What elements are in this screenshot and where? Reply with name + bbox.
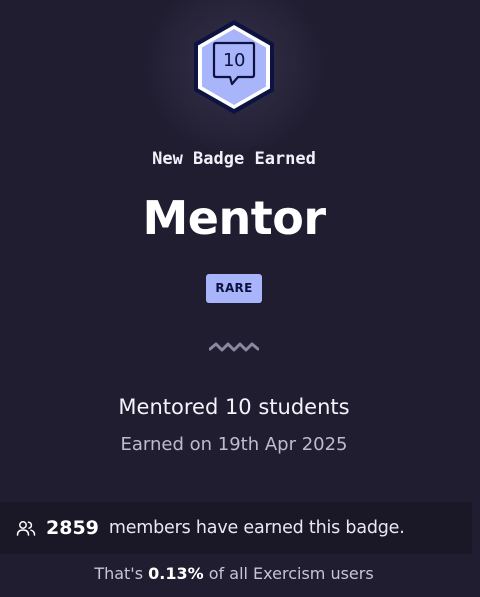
badge-modal: 10 New Badge Earned Mentor RARE Mentored…: [0, 0, 480, 597]
percentage-prefix: That's: [94, 564, 144, 583]
earned-date: Earned on 19th Apr 2025: [120, 434, 348, 455]
badge-earned-kicker: New Badge Earned: [152, 149, 316, 169]
badge-hexagon: 10: [190, 18, 278, 116]
percentage-suffix: of all Exercism users: [208, 564, 374, 583]
members-text: members have earned this badge.: [108, 518, 405, 538]
rarity-tag: RARE: [206, 274, 262, 303]
members-stat-bar: 2859 members have earned this badge.: [0, 502, 472, 554]
users-icon: [16, 521, 36, 536]
badge-description: Mentored 10 students: [118, 395, 350, 419]
badge-count-label: 10: [223, 50, 245, 71]
badge-title: Mentor: [142, 191, 327, 245]
percentage-line: That's 0.13% of all Exercism users: [0, 564, 468, 583]
members-count: 2859: [46, 517, 99, 539]
percentage-value: 0.13%: [148, 564, 204, 583]
squiggle-divider-icon: [209, 342, 259, 352]
